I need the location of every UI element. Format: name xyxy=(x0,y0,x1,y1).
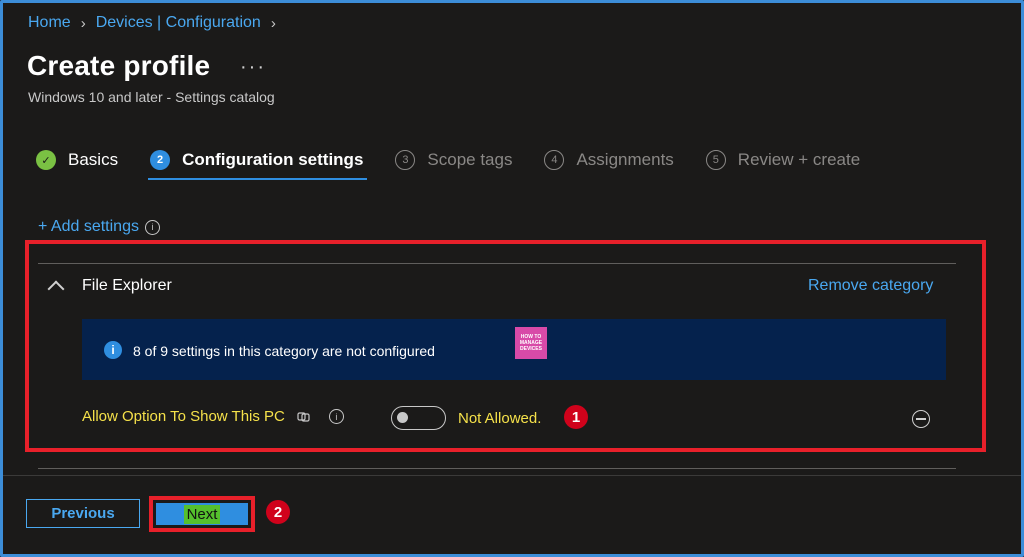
step-configuration-settings[interactable]: 2 Configuration settings xyxy=(148,150,368,180)
divider xyxy=(38,468,956,469)
next-button[interactable]: Next xyxy=(156,503,248,525)
breadcrumb: Home › Devices | Configuration › xyxy=(28,14,286,32)
more-options-icon[interactable]: ··· xyxy=(240,56,266,79)
add-settings-link[interactable]: + Add settings i xyxy=(38,218,160,236)
chevron-right-icon: › xyxy=(80,14,86,32)
add-settings-label: + Add settings xyxy=(38,218,139,235)
step-number-badge: 2 xyxy=(150,150,171,170)
step-number-badge: 4 xyxy=(544,150,565,170)
step-label: Assignments xyxy=(576,150,674,169)
step-review-create[interactable]: 5 Review + create xyxy=(705,150,861,170)
step-label: Configuration settings xyxy=(182,150,364,169)
callout-highlight-box xyxy=(25,240,986,452)
step-label: Review + create xyxy=(737,150,861,169)
step-label: Basics xyxy=(68,150,119,169)
step-assignments[interactable]: 4 Assignments xyxy=(544,150,674,170)
step-number-badge: 5 xyxy=(705,150,726,170)
footer-divider xyxy=(3,475,1021,476)
breadcrumb-devices-configuration[interactable]: Devices | Configuration xyxy=(96,14,261,32)
step-scope-tags[interactable]: 3 Scope tags xyxy=(395,150,512,170)
page-title: Create profile xyxy=(27,50,211,81)
page-subtitle: Windows 10 and later - Settings catalog xyxy=(28,89,275,105)
info-icon[interactable]: i xyxy=(144,219,160,235)
wizard-steps: ✓ Basics 2 Configuration settings 3 Scop… xyxy=(36,150,892,180)
step-label: Scope tags xyxy=(427,150,513,169)
step-number-badge: 3 xyxy=(395,150,416,170)
chevron-right-icon: › xyxy=(270,14,276,32)
annotation-badge-2: 2 xyxy=(266,500,290,524)
previous-button[interactable]: Previous xyxy=(26,499,140,528)
step-basics[interactable]: ✓ Basics xyxy=(36,150,118,170)
next-button-label: Next xyxy=(183,504,221,524)
breadcrumb-home[interactable]: Home xyxy=(28,14,71,32)
check-icon: ✓ xyxy=(36,150,56,170)
